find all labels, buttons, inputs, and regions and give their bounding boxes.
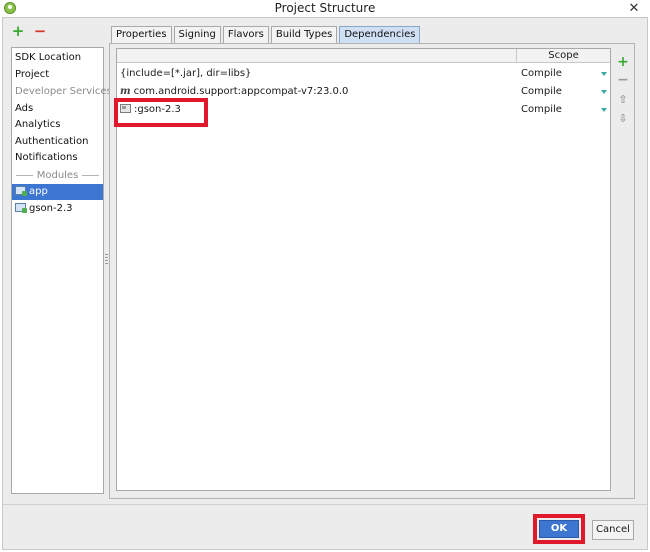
modules-separator: Modules bbox=[12, 167, 103, 183]
sidebar-module-app[interactable]: app bbox=[12, 184, 103, 200]
module-icon bbox=[15, 203, 27, 213]
dependency-name: {include=[*.jar], dir=libs} bbox=[120, 68, 252, 79]
scope-column-header[interactable]: Scope bbox=[516, 49, 610, 63]
tab-dependencies[interactable]: Dependencies bbox=[339, 26, 421, 44]
dependency-scope[interactable]: Compile bbox=[521, 68, 562, 79]
table-row[interactable]: {include=[*.jar], dir=libs} Compile bbox=[117, 65, 610, 83]
scope-dropdown-icon[interactable] bbox=[601, 72, 607, 76]
splitter-handle[interactable] bbox=[105, 254, 108, 266]
modules-label: Modules bbox=[36, 169, 79, 181]
tab-signing[interactable]: Signing bbox=[173, 26, 221, 44]
table-header: Scope bbox=[117, 49, 610, 63]
sidebar-item-notifications[interactable]: Notifications bbox=[12, 150, 103, 166]
sidebar-item-project[interactable]: Project bbox=[12, 67, 103, 83]
add-dependency-button[interactable]: + bbox=[615, 54, 631, 70]
dependency-name-cell: m com.android.support:appcompat-v7:23.0.0 bbox=[120, 86, 348, 97]
window-title: Project Structure bbox=[274, 1, 376, 15]
dependency-scope[interactable]: Compile bbox=[521, 86, 562, 97]
sidebar: SDK Location Project Developer Services … bbox=[11, 47, 112, 494]
sidebar-item-authentication[interactable]: Authentication bbox=[12, 134, 103, 150]
scope-dropdown-icon[interactable] bbox=[601, 108, 607, 112]
left-toolbar: + − bbox=[11, 24, 47, 44]
sidebar-item-ads[interactable]: Ads bbox=[12, 101, 103, 117]
sidebar-section-developer-services: Developer Services bbox=[15, 86, 112, 97]
tab-properties[interactable]: Properties bbox=[111, 26, 172, 44]
scope-dropdown-icon[interactable] bbox=[601, 90, 607, 94]
gson-dependency-highlight bbox=[114, 98, 208, 127]
add-module-button[interactable]: + bbox=[11, 24, 25, 39]
move-up-icon[interactable]: ⇧ bbox=[615, 92, 631, 108]
module-label: app bbox=[29, 186, 48, 197]
button-bar-separator bbox=[3, 504, 647, 505]
remove-module-button[interactable]: − bbox=[33, 24, 47, 39]
tab-flavors[interactable]: Flavors bbox=[222, 26, 269, 44]
move-down-icon[interactable]: ⇩ bbox=[615, 111, 631, 127]
sidebar-module-gson[interactable]: gson-2.3 bbox=[12, 201, 103, 217]
cancel-button[interactable]: Cancel bbox=[592, 520, 634, 540]
project-structure-dialog: + − SDK Location Project Developer Servi… bbox=[2, 17, 648, 550]
close-button[interactable]: ✕ bbox=[620, 0, 648, 17]
maven-icon: m bbox=[120, 86, 131, 97]
ok-button[interactable]: OK bbox=[539, 520, 579, 538]
tab-build-types[interactable]: Build Types bbox=[270, 26, 338, 44]
remove-dependency-button[interactable]: − bbox=[615, 72, 631, 88]
dependency-scope[interactable]: Compile bbox=[521, 104, 562, 115]
sidebar-item-analytics[interactable]: Analytics bbox=[12, 117, 103, 133]
dependency-name: com.android.support:appcompat-v7:23.0.0 bbox=[133, 86, 349, 97]
module-icon bbox=[15, 186, 27, 196]
sidebar-item-sdk-location[interactable]: SDK Location bbox=[12, 50, 103, 66]
module-label: gson-2.3 bbox=[29, 203, 73, 214]
title-bar: Project Structure ✕ bbox=[0, 0, 650, 17]
tab-bar: Properties Signing Flavors Build Types D… bbox=[111, 26, 421, 44]
